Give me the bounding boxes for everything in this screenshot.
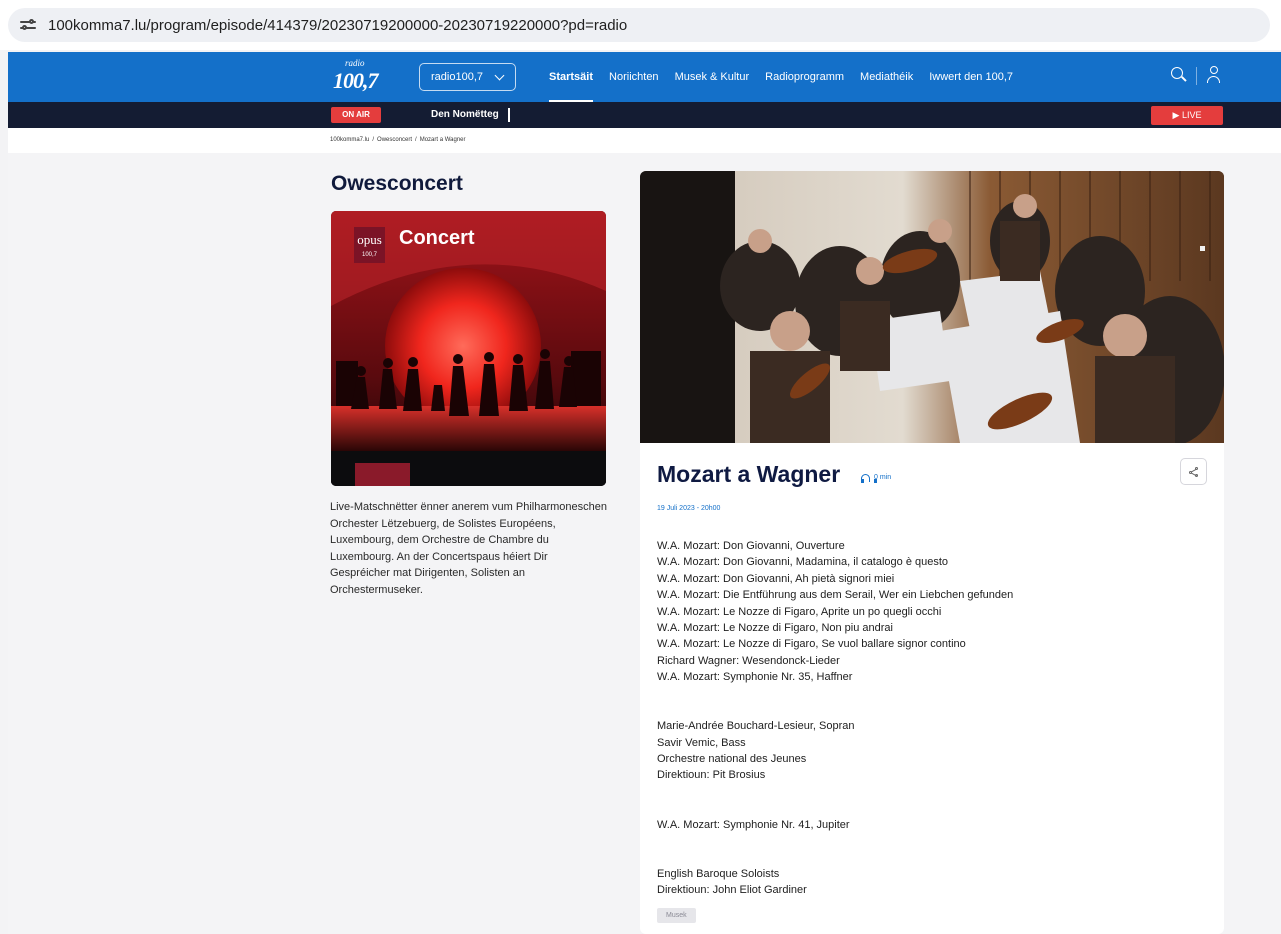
header-divider	[1196, 67, 1197, 85]
episode-duration: 0 min	[874, 474, 892, 481]
logo-small-text: radio	[345, 58, 365, 68]
site-settings-icon[interactable]	[20, 18, 36, 32]
nav-noriichten[interactable]: Noriichten	[609, 52, 659, 102]
performer-line: Savir Vemic, Bass	[657, 736, 746, 749]
concert-artwork-image: opus 100,7 Concert	[331, 211, 606, 486]
track-line: Richard Wagner: Wesendonck-Lieder	[657, 654, 840, 667]
radio-logo[interactable]: radio 100,7	[333, 58, 378, 94]
program-description: Live-Matschnëtter ënner anerem vum Philh…	[330, 501, 607, 596]
performer-line: Direktioun: John Eliot Gardiner	[657, 884, 807, 897]
on-air-badge: ON AIR	[331, 107, 381, 123]
station-select[interactable]: radio100,7	[419, 63, 516, 91]
page-content: 100komma7.lu / Owesconcert / Mozart a Wa…	[8, 128, 1281, 934]
nav-startsait[interactable]: Startsäit	[549, 52, 594, 102]
performer-line: Marie-Andrée Bouchard-Lesieur, Sopran	[657, 720, 855, 733]
program-title: Owesconcert	[331, 172, 463, 195]
artwork-brand-sub: 100,7	[362, 252, 378, 258]
orchestra-rehearsal-photo	[640, 171, 1224, 443]
artwork-brand: opus	[357, 232, 382, 247]
breadcrumb-home[interactable]: 100komma7.lu	[330, 137, 369, 143]
share-icon	[1189, 467, 1199, 477]
nav-musek-kultur[interactable]: Musek & Kultur	[675, 52, 750, 102]
track-line: W.A. Mozart: Don Giovanni, Ah pietà sign…	[657, 572, 895, 585]
breadcrumb-separator: /	[415, 137, 417, 143]
headphones-icon	[861, 474, 877, 483]
track-line: W.A. Mozart: Don Giovanni, Madamina, il …	[657, 556, 949, 569]
track-line: W.A. Mozart: Symphonie Nr. 35, Haffner	[657, 671, 853, 684]
breadcrumb-current: Mozart a Wagner	[419, 137, 466, 143]
breadcrumb-program[interactable]: Owesconcert	[377, 137, 412, 143]
address-field[interactable]: 100komma7.lu/program/episode/414379/2023…	[8, 8, 1270, 42]
text-cursor	[508, 108, 510, 122]
track-line: W.A. Mozart: Le Nozze di Figaro, Non piu…	[657, 621, 893, 634]
breadcrumb-separator: /	[372, 137, 375, 143]
station-select-value: radio100,7	[431, 71, 483, 83]
tag-chip[interactable]: Musek	[657, 908, 696, 923]
breadcrumb: 100komma7.lu / Owesconcert / Mozart a Wa…	[330, 137, 466, 143]
site-header: radio 100,7 radio100,7 Startsäit Noriich…	[8, 52, 1281, 102]
episode-title: Mozart a Wagner	[657, 461, 841, 487]
browser-url-bar: 100komma7.lu/program/episode/414379/2023…	[0, 0, 1281, 50]
search-icon[interactable]	[1171, 67, 1187, 83]
now-playing-title[interactable]: Den Nomëtteg	[431, 102, 499, 128]
episode-date: 19 Juli 2023 - 20h00	[657, 505, 721, 512]
performer-line: English Baroque Soloists	[657, 867, 780, 880]
nav-iwwert[interactable]: Iwwert den 100,7	[929, 52, 1013, 102]
logo-big-text: 100,7	[333, 68, 378, 93]
track-line: W.A. Mozart: Die Entführung aus dem Sera…	[657, 589, 1014, 602]
track-line: W.A. Mozart: Don Giovanni, Ouverture	[657, 540, 845, 552]
user-icon[interactable]	[1207, 66, 1221, 84]
performer-line: Orchestre national des Jeunes	[657, 753, 807, 766]
episode-description: W.A. Mozart: Don Giovanni, Ouverture W.A…	[657, 538, 1013, 899]
episode-card: Mozart a Wagner 0 min 19 Juli 2023 - 20h…	[640, 171, 1224, 934]
main-nav: Startsäit Noriichten Musek & Kultur Radi…	[549, 52, 1029, 102]
nav-mediatheik[interactable]: Mediathéik	[860, 52, 913, 102]
performer-line: Direktioun: Pit Brosius	[657, 769, 766, 782]
track-line: W.A. Mozart: Symphonie Nr. 41, Jupiter	[657, 818, 850, 831]
breadcrumb-bar: 100komma7.lu / Owesconcert / Mozart a Wa…	[8, 128, 1281, 153]
program-artwork[interactable]: opus 100,7 Concert	[331, 211, 606, 486]
track-line: W.A. Mozart: Le Nozze di Figaro, Aprite …	[657, 605, 942, 618]
live-button[interactable]: ▶ LIVE	[1151, 106, 1223, 125]
nav-radioprogramm[interactable]: Radioprogramm	[765, 52, 844, 102]
share-button[interactable]	[1180, 458, 1207, 485]
track-line: W.A. Mozart: Le Nozze di Figaro, Se vuol…	[657, 638, 966, 651]
url-text[interactable]: 100komma7.lu/program/episode/414379/2023…	[48, 17, 627, 34]
artwork-title: Concert	[399, 227, 475, 249]
episode-hero-image	[640, 171, 1224, 443]
on-air-bar: ON AIR Den Nomëtteg ▶ LIVE	[8, 102, 1281, 128]
chevron-down-icon	[494, 70, 505, 81]
